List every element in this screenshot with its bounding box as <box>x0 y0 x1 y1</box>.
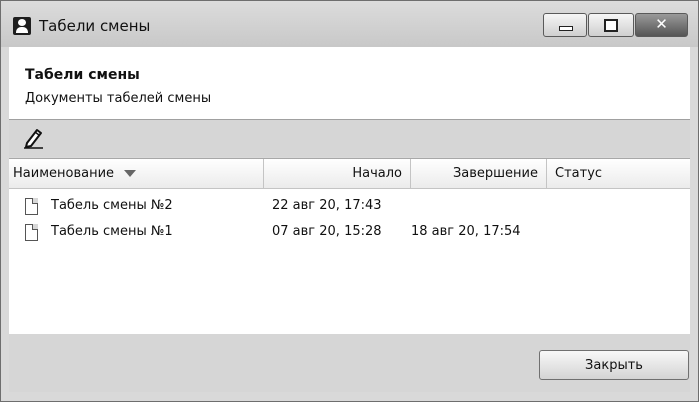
pencil-icon <box>24 129 43 149</box>
document-icon <box>25 198 38 215</box>
column-header-name[interactable]: Наименование <box>9 159 264 188</box>
user-icon <box>13 17 31 35</box>
title-bar[interactable]: Табели смены ✕ <box>1 1 698 47</box>
maximize-icon <box>604 19 618 32</box>
edit-button[interactable] <box>21 126 47 150</box>
header-subtitle: Документы табелей смены <box>25 91 212 106</box>
column-header-status[interactable]: Статус <box>547 159 694 188</box>
minimize-icon <box>559 26 573 31</box>
table-row[interactable]: Табель смены №2 22 авг 20, 17:43 <box>9 196 690 220</box>
column-header-start[interactable]: Начало <box>264 159 411 188</box>
maximize-button[interactable] <box>588 13 634 37</box>
documents-table: Наименование Начало Завершение Статус Та… <box>9 158 690 335</box>
table-header: Наименование Начало Завершение Статус <box>9 159 690 189</box>
document-icon <box>25 224 38 241</box>
row-start: 22 авг 20, 17:43 <box>272 198 382 213</box>
row-start: 07 авг 20, 15:28 <box>272 224 382 239</box>
row-name: Табель смены №2 <box>51 198 173 213</box>
dialog-window: Табели смены ✕ Табели смены Документы та… <box>0 0 699 402</box>
header-title: Табели смены <box>25 67 140 83</box>
dialog-header: Табели смены Документы табелей смены <box>9 47 690 120</box>
table-row[interactable]: Табель смены №1 07 авг 20, 15:28 18 авг … <box>9 222 690 246</box>
sort-down-icon[interactable] <box>124 170 137 177</box>
column-header-end[interactable]: Завершение <box>411 159 547 188</box>
close-button[interactable]: Закрыть <box>539 350 689 380</box>
close-icon: ✕ <box>655 15 668 33</box>
row-name: Табель смены №1 <box>51 224 173 239</box>
window-title: Табели смены <box>39 17 151 35</box>
close-window-button[interactable]: ✕ <box>635 13 688 37</box>
toolbar <box>9 120 690 157</box>
minimize-button[interactable] <box>543 13 587 37</box>
dialog-footer: Закрыть <box>9 334 690 392</box>
row-end: 18 авг 20, 17:54 <box>411 224 521 239</box>
